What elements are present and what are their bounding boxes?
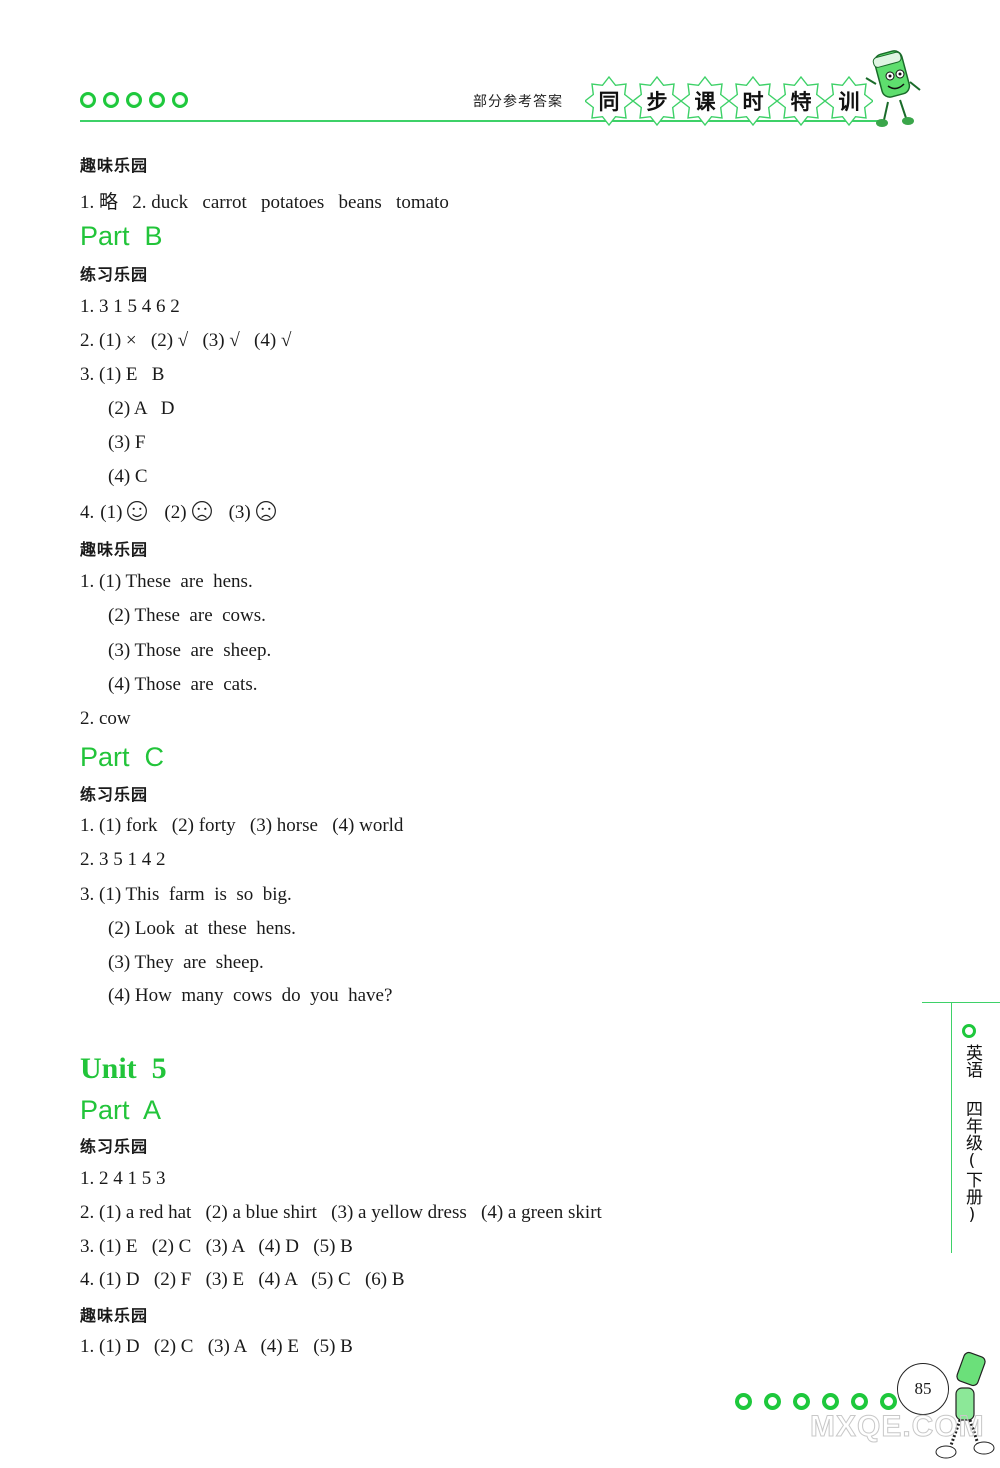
decor-circle-icon [880,1393,897,1410]
decor-circle-icon [126,92,142,108]
question-number: 4. [80,502,95,523]
series-title-star: 特 [777,76,825,126]
decor-circle-icon [793,1393,810,1410]
answer-line: 1. 略 2. duck carrot potatoes beans tomat… [80,192,449,213]
answer-line: (3) F [108,432,146,453]
watermark: MXQE.COM [810,1410,985,1444]
decor-circle-icon [103,92,119,108]
footer-decor-dots [735,1393,897,1410]
answer-line: 3. (1) This farm is so big. [80,884,292,905]
sad-face-icon [191,501,212,521]
sub-question-label: (1) [100,502,123,523]
decor-circle-icon [735,1393,752,1410]
side-tab-rule [922,1002,1000,1003]
section-heading: 练习乐园 [80,785,149,804]
answer-line: (2) A D [108,398,175,419]
answer-line: 1. 2 4 1 5 3 [80,1168,166,1189]
header-decor-dots [80,92,188,108]
series-title-star: 时 [729,76,777,126]
unit-heading: Unit 5 [80,1052,167,1085]
answer-line: 2. (1) a red hat (2) a blue shirt (3) a … [80,1202,602,1223]
answer-line: (4) C [108,466,148,487]
series-title-char: 课 [694,90,716,114]
answer-line: 3. (1) E (2) C (3) A (4) D (5) B [80,1236,353,1257]
decor-circle-icon [172,92,188,108]
series-title: 同步课时特训 [585,76,873,126]
answer-line: 2. 3 5 1 4 2 [80,849,166,870]
decor-circle-icon [149,92,165,108]
section-heading: 趣味乐园 [80,156,149,175]
side-tab-label: 英语四年级(下册) [962,1044,982,1225]
side-tab-rule-vertical [951,1003,952,1253]
decor-circle-icon [80,92,96,108]
answer-line: 1. (1) D (2) C (3) A (4) E (5) B [80,1336,353,1357]
page-number: 85 [897,1363,949,1415]
section-heading: 练习乐园 [80,1137,149,1156]
sub-question-label: (2) [164,502,187,523]
answer-line: 4. (1) D (2) F (3) E (4) A (5) C (6) B [80,1269,405,1290]
answer-line: (3) Those are sheep. [108,640,272,661]
header-section-label: 部分参考答案 [473,94,563,110]
answer-line: 1. (1) These are hens. [80,571,253,592]
pencil-mascot-icon [865,50,921,127]
part-heading: Part B [80,221,163,251]
part-heading: Part C [80,742,165,772]
answer-line: 1. 3 1 5 4 6 2 [80,296,180,317]
part-heading: Part A [80,1095,162,1125]
series-title-char: 训 [838,90,860,114]
series-title-char: 步 [646,90,668,114]
series-title-char: 同 [598,90,620,114]
decor-circle-icon [962,1024,976,1038]
answer-line: (2) These are cows. [108,605,266,626]
series-title-star: 课 [681,76,729,126]
answer-line: 2. (1) × (2) √ (3) √ (4) √ [80,330,292,351]
answer-line: 4. (1) (2) (3) [80,500,281,524]
decor-circle-icon [822,1393,839,1410]
answer-line: (4) How many cows do you have? [108,985,393,1006]
section-heading: 练习乐园 [80,265,149,284]
series-title-star: 同 [585,76,633,126]
decor-circle-icon [764,1393,781,1410]
decor-circle-icon [851,1393,868,1410]
answer-line: (2) Look at these hens. [108,918,296,939]
answer-line: 3. (1) E B [80,364,165,385]
answer-line: 1. (1) fork (2) forty (3) horse (4) worl… [80,815,404,836]
answer-line: 2. cow [80,708,131,729]
series-title-star: 步 [633,76,681,126]
sub-question-label: (3) [228,502,251,523]
side-tab-grade: 四年级(下册) [962,1100,982,1225]
series-title-char: 时 [742,90,764,114]
smiley-face-icon [127,501,148,521]
answer-line: (3) They are sheep. [108,952,264,973]
section-heading: 趣味乐园 [80,540,149,559]
section-heading: 趣味乐园 [80,1306,149,1325]
sad-face-icon [255,501,276,521]
answer-line: (4) Those are cats. [108,674,258,695]
side-tab-subject: 英语 [962,1044,982,1078]
series-title-char: 特 [790,90,812,114]
